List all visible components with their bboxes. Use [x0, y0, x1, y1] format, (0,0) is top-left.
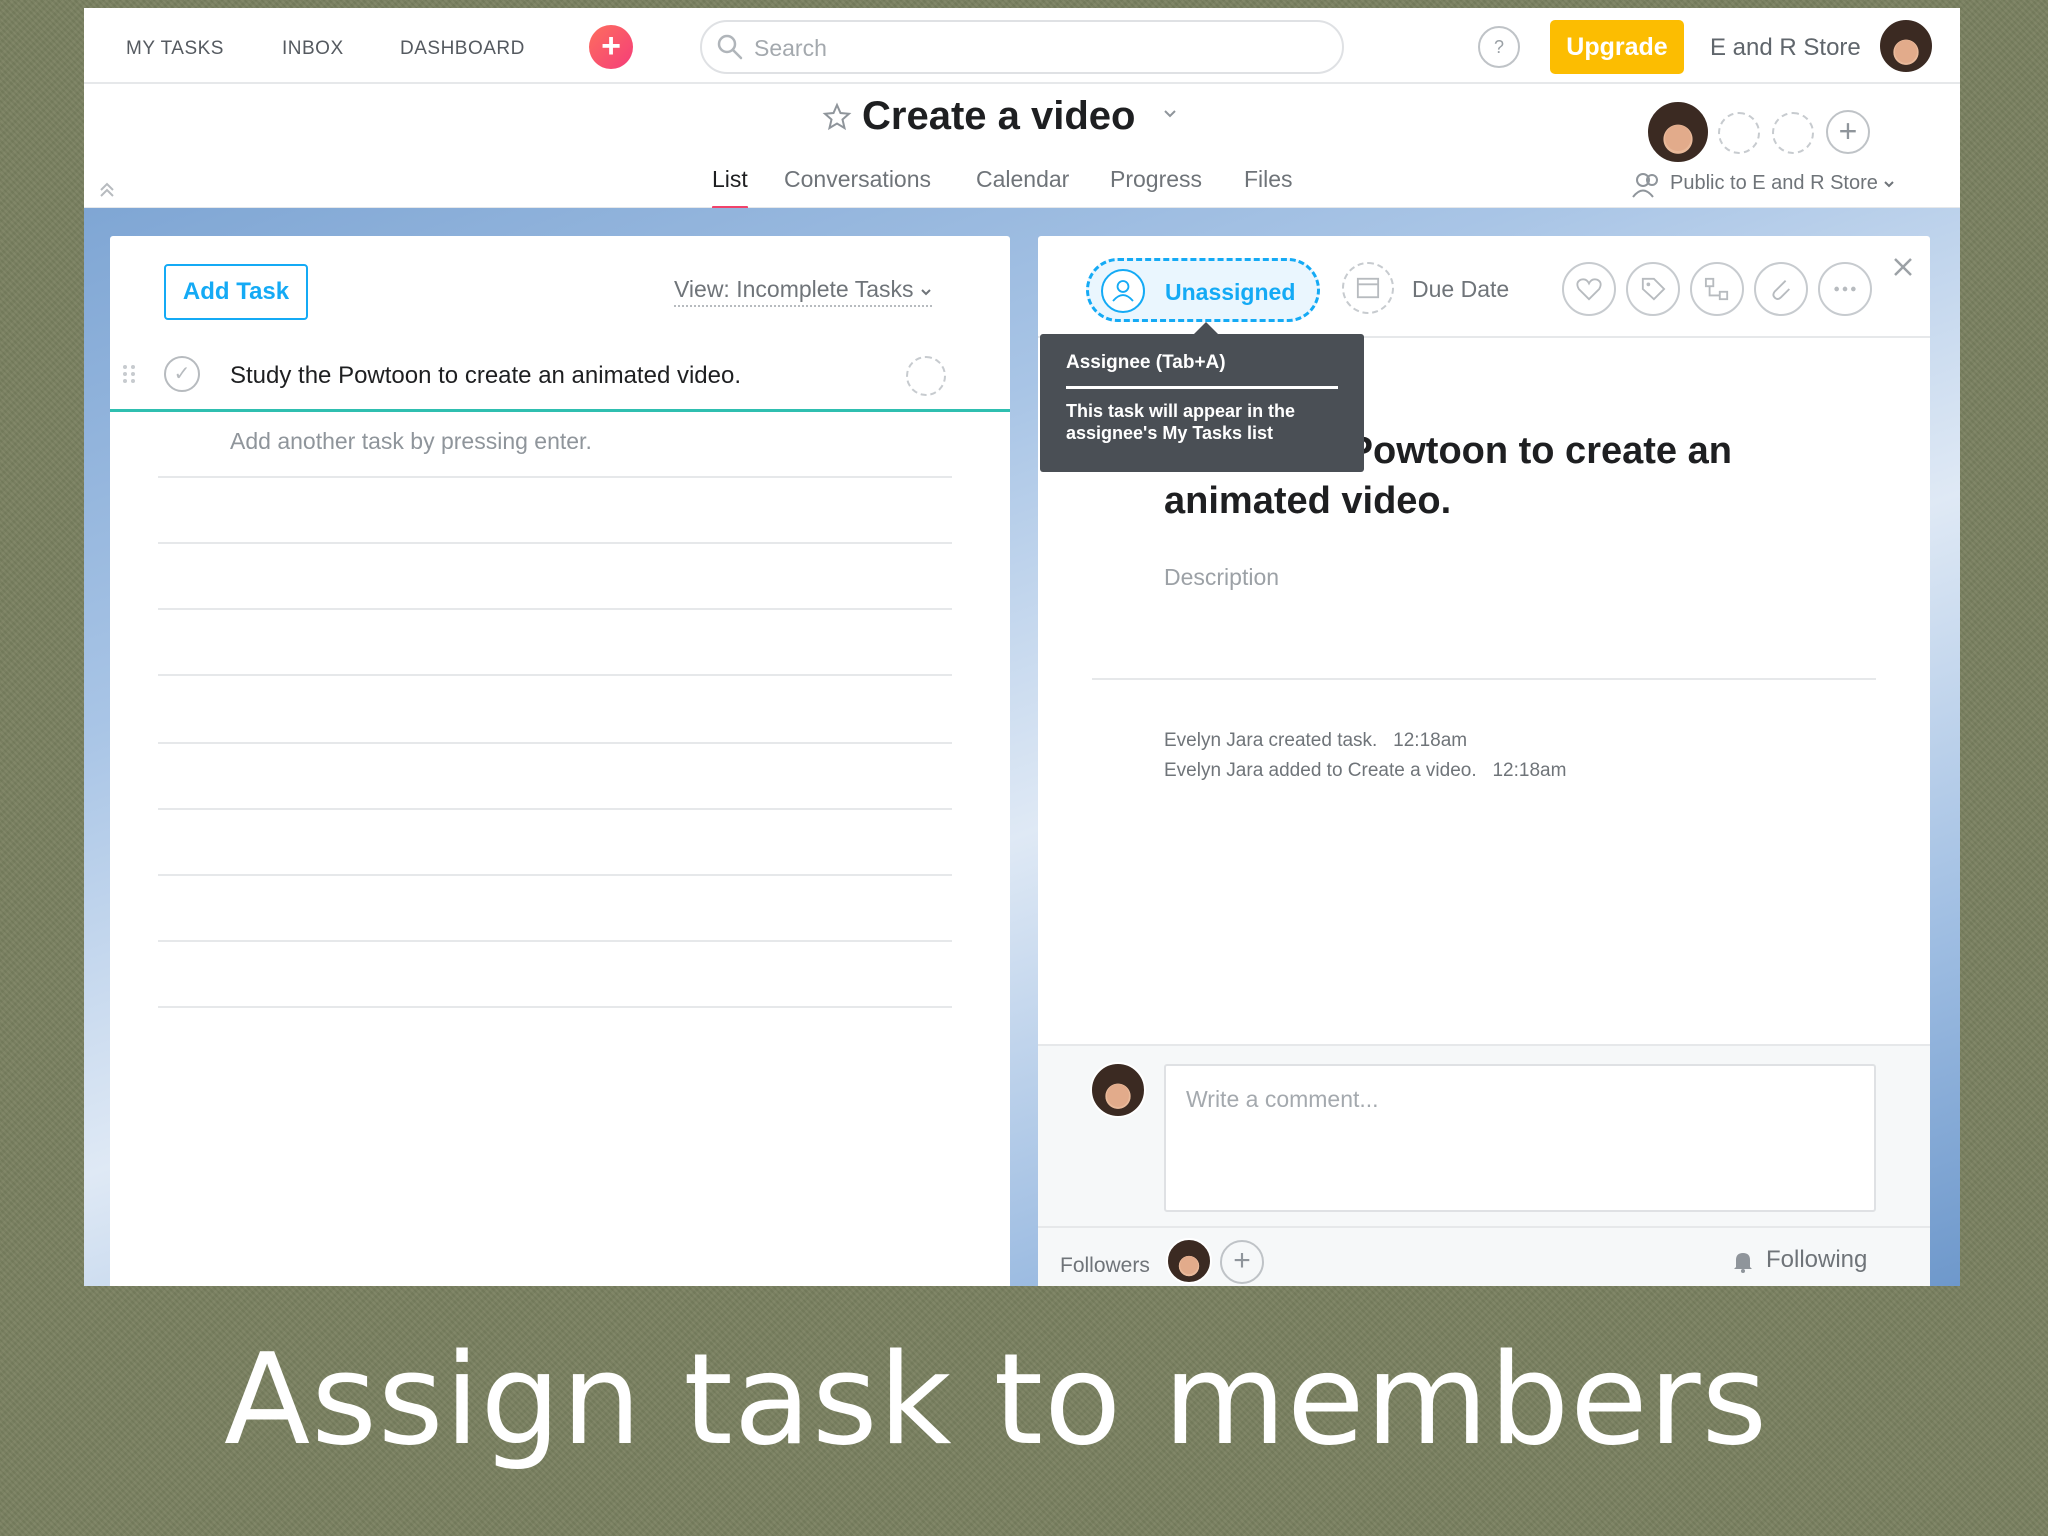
add-follower-button[interactable]: + — [1220, 1240, 1264, 1284]
followers-label: Followers — [1060, 1254, 1150, 1277]
help-button[interactable]: ? — [1478, 26, 1520, 68]
story-text: Evelyn Jara added to Create a video. — [1164, 760, 1477, 781]
org-switcher[interactable]: E and R Store — [1710, 34, 1861, 62]
add-task-hint: Add another task by pressing enter. — [230, 428, 592, 454]
tooltip-title: Assignee (Tab+A) — [1066, 352, 1226, 373]
view-filter-dropdown[interactable]: View: Incomplete Tasks — [674, 276, 932, 307]
drag-handle-icon[interactable] — [120, 362, 140, 390]
task-name-input[interactable]: Study the Powtoon to create an animated … — [230, 362, 741, 390]
nav-inbox[interactable]: INBOX — [282, 38, 344, 60]
top-nav: MY TASKS INBOX DASHBOARD + ? Upgrade E a… — [84, 8, 1960, 84]
follower-avatar[interactable] — [1166, 1238, 1212, 1284]
task-detail-panel: Unassigned Due Date Assignee (Tab+A) Thi… — [1038, 236, 1930, 1286]
nav-my-tasks[interactable]: MY TASKS — [126, 38, 224, 60]
add-task-button[interactable]: Add Task — [164, 264, 308, 320]
task-detail-toolbar: Unassigned Due Date — [1038, 236, 1930, 338]
privacy-setting[interactable]: Public to E and R Store — [1670, 172, 1895, 195]
story-item: Evelyn Jara added to Create a video. 12:… — [1164, 760, 1566, 782]
close-icon[interactable] — [1890, 254, 1916, 280]
content-area: Add Task View: Incomplete Tasks ✓ Study … — [84, 208, 1960, 1286]
calendar-icon[interactable] — [1342, 262, 1394, 314]
search-icon — [717, 34, 743, 60]
empty-row[interactable] — [158, 742, 952, 744]
privacy-label: Public to E and R Store — [1670, 172, 1878, 194]
project-header: Create a video List Conversations Calend… — [84, 84, 1960, 212]
user-avatar[interactable] — [1878, 18, 1934, 74]
following-label: Following — [1766, 1246, 1868, 1273]
add-member-button[interactable]: + — [1826, 110, 1870, 154]
attachment-icon[interactable] — [1754, 262, 1808, 316]
comment-area: Followers + Following — [1038, 1044, 1930, 1286]
tab-list[interactable]: List — [712, 166, 748, 212]
search-box[interactable] — [700, 20, 1344, 74]
following-toggle[interactable]: Following — [1734, 1246, 1868, 1274]
empty-row[interactable] — [158, 674, 952, 676]
empty-row[interactable] — [158, 1006, 952, 1008]
task-complete-checkbox[interactable]: ✓ — [164, 356, 200, 392]
assignee-button[interactable]: Unassigned — [1086, 258, 1320, 322]
quick-add-button[interactable]: + — [589, 25, 633, 69]
story-time: 12:18am — [1393, 730, 1468, 751]
tooltip-body: This task will appear in the assignee's … — [1066, 401, 1296, 443]
tab-files[interactable]: Files — [1244, 166, 1293, 193]
tag-icon[interactable] — [1626, 262, 1680, 316]
slide-caption: Assign task to members — [224, 1326, 1769, 1473]
story-item: Evelyn Jara created task. 12:18am — [1164, 730, 1467, 752]
member-avatar[interactable] — [1646, 100, 1710, 164]
tab-progress[interactable]: Progress — [1110, 166, 1202, 193]
task-row[interactable]: ✓ Study the Powtoon to create an animate… — [110, 336, 1010, 412]
tab-conversations[interactable]: Conversations — [784, 166, 931, 193]
member-slot-empty[interactable] — [1718, 112, 1760, 154]
collapse-icon[interactable] — [98, 180, 116, 198]
followers-bar: Followers + Following — [1038, 1226, 1930, 1286]
bell-icon — [1734, 1253, 1752, 1273]
assignee-tooltip: Assignee (Tab+A) This task will appear i… — [1040, 322, 1364, 472]
empty-row[interactable] — [158, 476, 952, 478]
empty-row[interactable] — [158, 874, 952, 876]
app-window: MY TASKS INBOX DASHBOARD + ? Upgrade E a… — [84, 8, 1960, 1286]
chevron-down-icon — [1884, 181, 1895, 188]
due-date-button[interactable]: Due Date — [1412, 276, 1509, 303]
chevron-down-icon[interactable] — [1162, 106, 1178, 122]
member-slot-empty[interactable] — [1772, 112, 1814, 154]
task-list-panel: Add Task View: Incomplete Tasks ✓ Study … — [110, 236, 1010, 1286]
search-input[interactable] — [754, 32, 1314, 64]
star-icon[interactable] — [822, 102, 852, 132]
chevron-down-icon — [921, 289, 931, 296]
upgrade-button[interactable]: Upgrade — [1550, 20, 1684, 74]
subtask-icon[interactable] — [1690, 262, 1744, 316]
description-field[interactable]: Description — [1164, 564, 1279, 591]
assignee-label: Unassigned — [1165, 279, 1296, 305]
people-icon — [1632, 173, 1658, 198]
story-time: 12:18am — [1492, 760, 1567, 781]
empty-row[interactable] — [158, 940, 952, 942]
more-icon[interactable] — [1818, 262, 1872, 316]
heart-icon[interactable] — [1562, 262, 1616, 316]
tooltip-divider — [1066, 386, 1338, 389]
empty-row[interactable] — [158, 608, 952, 610]
project-title: Create a video — [862, 94, 1136, 138]
view-filter-label: View: Incomplete Tasks — [674, 276, 914, 302]
divider — [1092, 678, 1876, 680]
story-text: Evelyn Jara created task. — [1164, 730, 1378, 751]
comment-avatar — [1090, 1062, 1146, 1118]
task-assignee-icon[interactable] — [906, 356, 946, 396]
person-icon — [1101, 269, 1145, 313]
empty-row[interactable] — [158, 808, 952, 810]
empty-row[interactable] — [158, 542, 952, 544]
nav-dashboard[interactable]: DASHBOARD — [400, 38, 525, 60]
comment-input[interactable] — [1164, 1064, 1876, 1212]
tab-calendar[interactable]: Calendar — [976, 166, 1069, 193]
